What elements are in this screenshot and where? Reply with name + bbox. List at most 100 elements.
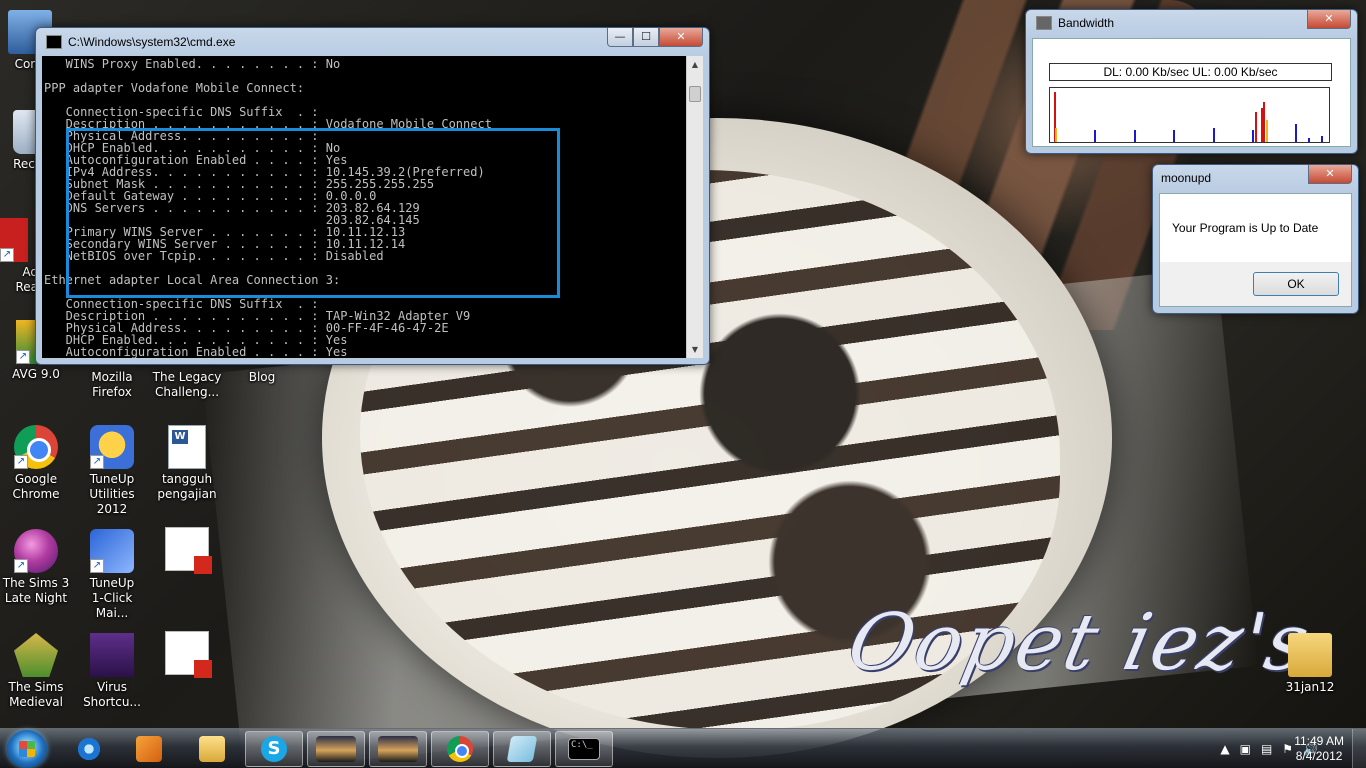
- bandwidth-graph-svg: [1054, 92, 1323, 142]
- ok-button[interactable]: OK: [1253, 272, 1339, 296]
- pdf-document-icon: [165, 631, 212, 678]
- close-button[interactable]: ✕: [1308, 165, 1352, 184]
- sims-medieval-icon: [14, 633, 58, 677]
- close-button[interactable]: ✕: [1307, 10, 1351, 29]
- desktop-icon-label: Blog: [248, 370, 276, 384]
- desktop-icon-label: Virus Shortcu...: [83, 680, 141, 709]
- taskbar-command-prompt[interactable]: C:\_: [555, 731, 613, 767]
- taskbar: S C:\_ ▲ ▣ ▤ ⚑ 🔊 11:49 AM 8/4/2012: [0, 728, 1366, 768]
- console-output[interactable]: WINS Proxy Enabled. . . . . . . . : No P…: [42, 56, 689, 358]
- desktop-icon-blog[interactable]: Blog: [224, 370, 300, 385]
- desktop-icon-label: Google Chrome: [12, 472, 60, 501]
- image-thumbnail-icon: [378, 736, 418, 762]
- desktop-icon-label: TuneUp Utilities 2012: [89, 472, 135, 516]
- window-controls: ✕: [1307, 10, 1351, 29]
- moonupd-body: Your Program is Up to Date OK: [1159, 193, 1352, 307]
- desktop-icon-virus-shortcut[interactable]: Virus Shortcu...: [74, 633, 150, 710]
- sims3-icon: ↗: [14, 529, 58, 573]
- minimize-button[interactable]: —: [607, 28, 633, 47]
- show-desktop-button[interactable]: [1352, 729, 1366, 768]
- bandwidth-window[interactable]: Bandwidth ✕ DL: 0.00 Kb/sec UL: 0.00 Kb/…: [1025, 9, 1358, 154]
- shortcut-arrow-icon: ↗: [14, 559, 28, 573]
- desktop-icon-label: 31jan12: [1285, 680, 1335, 694]
- bandwidth-graph: [1049, 87, 1330, 143]
- moonupd-message: Your Program is Up to Date: [1160, 194, 1351, 262]
- folder-icon: [199, 736, 225, 762]
- skype-icon: S: [261, 736, 287, 762]
- window-controls: ✕: [1308, 165, 1352, 184]
- desktop-icon-label: The Sims 3 Late Night: [2, 576, 70, 605]
- pdf-document-icon: [165, 527, 212, 574]
- maximize-button[interactable]: ☐: [633, 28, 659, 47]
- taskbar-google-chrome[interactable]: [431, 731, 489, 767]
- moonupd-dialog[interactable]: moonupd ✕ Your Program is Up to Date OK: [1152, 164, 1359, 314]
- taskbar-media-thumbnail-1[interactable]: [307, 731, 365, 767]
- word-document-icon: [168, 425, 206, 469]
- desktop-icon-label: TuneUp 1-Click Mai...: [89, 576, 135, 620]
- taskbar-media-player[interactable]: [120, 731, 178, 767]
- cmd-app-icon: [46, 35, 62, 49]
- desktop-icon-label: The Legacy Challeng...: [152, 370, 222, 399]
- cmd-window[interactable]: C:\Windows\system32\cmd.exe — ☐ ✕ WINS P…: [35, 27, 710, 365]
- bandwidth-titlebar[interactable]: Bandwidth ✕: [1026, 10, 1357, 36]
- desktop-icon-label: Mozilla Firefox: [91, 370, 133, 399]
- desktop-icon-label: tangguh pengajian: [157, 472, 217, 501]
- taskbar-sticky-notes[interactable]: [493, 731, 551, 767]
- command-prompt-icon: C:\_: [568, 738, 600, 760]
- bandwidth-body: DL: 0.00 Kb/sec UL: 0.00 Kb/sec: [1032, 38, 1351, 147]
- cmd-window-title: C:\Windows\system32\cmd.exe: [68, 35, 236, 49]
- desktop-icon-legacy-challenge[interactable]: The Legacy Challeng...: [149, 370, 225, 400]
- taskbar-clock[interactable]: 11:49 AM 8/4/2012: [1294, 734, 1344, 764]
- close-button[interactable]: ✕: [659, 28, 703, 47]
- clock-time: 11:49 AM: [1294, 734, 1344, 748]
- desktop-icon-google-chrome[interactable]: ↗ Google Chrome: [0, 425, 74, 502]
- network-icon[interactable]: ▣: [1240, 742, 1251, 756]
- google-chrome-icon: [447, 736, 473, 762]
- window-controls: — ☐ ✕: [607, 28, 703, 47]
- virus-shortcut-icon: [90, 633, 134, 677]
- taskbar-explorer[interactable]: [183, 731, 241, 767]
- device-icon[interactable]: ▤: [1261, 742, 1272, 756]
- clock-date: 8/4/2012: [1295, 749, 1343, 763]
- shortcut-arrow-icon: ↗: [90, 455, 104, 469]
- desktop-icon-pdf-1[interactable]: [149, 527, 225, 574]
- taskbar-skype[interactable]: S: [245, 731, 303, 767]
- scroll-down-arrow-icon[interactable]: ▼: [687, 341, 703, 358]
- taskbar-media-thumbnail-2[interactable]: [369, 731, 427, 767]
- moonupd-title: moonupd: [1161, 171, 1212, 185]
- desktop-icon-label: The Sims Medieval: [8, 680, 64, 709]
- google-chrome-icon: ↗: [14, 425, 58, 469]
- media-player-icon: [136, 736, 162, 762]
- desktop-icon-folder-31jan12[interactable]: 31jan12: [1272, 633, 1348, 695]
- cmd-titlebar[interactable]: C:\Windows\system32\cmd.exe — ☐ ✕: [36, 28, 709, 56]
- desktop-icon-tuneup-utilities[interactable]: ↗ TuneUp Utilities 2012: [74, 425, 150, 517]
- vertical-scrollbar[interactable]: ▲ ▼: [686, 56, 703, 358]
- internet-explorer-icon: [76, 736, 102, 762]
- sticky-notes-icon: [506, 736, 538, 762]
- shortcut-arrow-icon: ↗: [0, 248, 14, 262]
- taskbar-internet-explorer[interactable]: [60, 731, 118, 767]
- desktop-icon-tuneup-1click[interactable]: ↗ TuneUp 1-Click Mai...: [74, 529, 150, 621]
- adobe-reader-icon: ↗: [0, 218, 28, 262]
- start-button[interactable]: [7, 730, 47, 768]
- image-thumbnail-icon: [316, 736, 356, 762]
- shortcut-arrow-icon: ↗: [16, 350, 30, 364]
- folder-icon: [1288, 633, 1332, 677]
- desktop-icon-label: AVG 9.0: [12, 367, 60, 381]
- desktop-icon-sims-medieval[interactable]: The Sims Medieval: [0, 633, 74, 710]
- desktop-icon-sims3-late-night[interactable]: ↗ The Sims 3 Late Night: [0, 529, 74, 606]
- scroll-up-arrow-icon[interactable]: ▲: [687, 56, 703, 73]
- shortcut-arrow-icon: ↗: [14, 455, 28, 469]
- desktop-icon-pdf-2[interactable]: [149, 631, 225, 678]
- shortcut-arrow-icon: ↗: [90, 559, 104, 573]
- desktop-icon-tangguh-pengajian[interactable]: tangguh pengajian: [149, 425, 225, 502]
- moonupd-titlebar[interactable]: moonupd ✕: [1153, 165, 1358, 191]
- wallpaper-watermark: Oopet iez's: [840, 598, 1319, 688]
- tuneup-1click-icon: ↗: [90, 529, 134, 573]
- desktop-icon-firefox[interactable]: Mozilla Firefox: [74, 370, 150, 400]
- bandwidth-readout: DL: 0.00 Kb/sec UL: 0.00 Kb/sec: [1049, 63, 1332, 81]
- tuneup-utilities-icon: ↗: [90, 425, 134, 469]
- scrollbar-thumb[interactable]: [689, 86, 701, 102]
- show-hidden-icons-icon[interactable]: ▲: [1220, 742, 1229, 756]
- action-center-flag-icon[interactable]: ⚑: [1282, 742, 1293, 756]
